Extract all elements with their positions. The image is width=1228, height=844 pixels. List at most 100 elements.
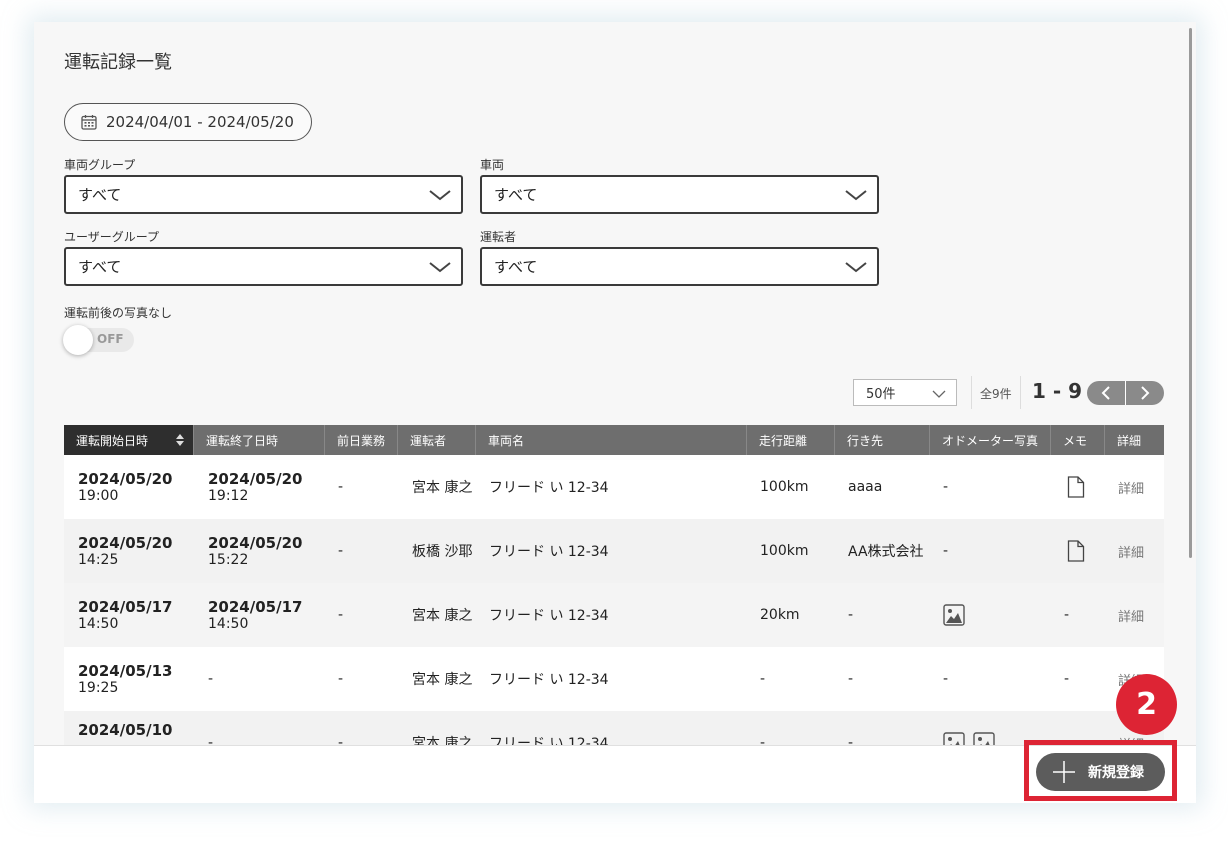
destination-cell: -: [848, 607, 854, 623]
chevron-down-icon: [845, 262, 867, 273]
page-range: 1 - 9: [1032, 379, 1083, 403]
page-title: 運転記録一覧: [64, 52, 172, 73]
no-photo-label: 運転前後の写真なし: [64, 306, 173, 320]
odometer-cell: -: [943, 543, 949, 559]
distance-cell: 100km: [760, 479, 809, 495]
end-datetime-cell: 2024/05/17 14:50: [208, 598, 303, 632]
driver-cell: 宮本 康之: [412, 736, 473, 745]
column-start-datetime[interactable]: 運転開始日時: [64, 425, 194, 455]
detail-link[interactable]: 詳細: [1118, 519, 1144, 583]
memo-cell: -: [1064, 671, 1070, 687]
table-row[interactable]: 2024/05/20 19:00 2024/05/20 19:12 - 宮本 康之 …: [64, 455, 1164, 519]
photo-icon[interactable]: [943, 604, 965, 626]
photo-icon[interactable]: [973, 732, 995, 745]
vehicle-group-label: 車両グループ: [64, 158, 136, 172]
detail-link[interactable]: 詳細: [1118, 455, 1144, 519]
memo-cell: -: [1064, 607, 1070, 623]
vehicle-cell: フリード い 12-34: [489, 736, 609, 745]
next-page-button[interactable]: [1125, 381, 1164, 405]
vertical-scrollbar[interactable]: [1189, 28, 1192, 558]
photo-icon[interactable]: [943, 732, 965, 745]
prev-duty-cell: -: [338, 543, 344, 559]
sort-icon: [176, 434, 184, 446]
date-range-text: 2024/04/01 - 2024/05/20: [106, 113, 294, 131]
column-detail[interactable]: 詳細: [1105, 425, 1164, 455]
toggle-knob: [63, 325, 93, 355]
vehicle-cell: フリード い 12-34: [489, 672, 609, 688]
destination-cell: aaaa: [848, 479, 883, 495]
prev-page-button[interactable]: [1087, 381, 1125, 405]
records-table: 運転開始日時 運転終了日時 前日業務 運転者 車両名 走行距離 行き先 オドメー…: [64, 425, 1164, 745]
driver-cell: 宮本 康之: [412, 672, 473, 688]
divider: [1020, 376, 1021, 409]
column-memo[interactable]: メモ: [1051, 425, 1105, 455]
vehicle-group-select[interactable]: すべて: [64, 175, 463, 214]
driver-select[interactable]: すべて: [480, 247, 879, 286]
chevron-left-icon: [1101, 386, 1110, 400]
destination-cell: AA株式会社: [848, 544, 924, 560]
table-header: 運転開始日時 運転終了日時 前日業務 運転者 車両名 走行距離 行き先 オドメー…: [64, 425, 1164, 455]
user-group-label: ユーザーグループ: [64, 230, 160, 244]
calendar-icon: [81, 115, 97, 130]
driver-cell: 宮本 康之: [412, 608, 473, 624]
column-driver[interactable]: 運転者: [398, 425, 476, 455]
detail-link[interactable]: 詳細: [1118, 583, 1144, 647]
chevron-down-icon: [429, 262, 451, 273]
user-group-select[interactable]: すべて: [64, 247, 463, 286]
total-count: 全9件: [980, 387, 1012, 401]
document-icon[interactable]: [1067, 476, 1085, 498]
chevron-down-icon: [429, 190, 451, 201]
start-datetime-cell: 2024/05/17 14:50: [78, 598, 173, 632]
distance-cell: -: [760, 735, 766, 745]
step-badge: 2: [1116, 674, 1177, 735]
date-range-button[interactable]: 2024/04/01 - 2024/05/20: [64, 103, 312, 141]
column-prev-duty[interactable]: 前日業務: [325, 425, 398, 455]
odometer-cell: -: [943, 479, 949, 495]
vehicle-cell: フリード い 12-34: [489, 544, 609, 560]
destination-cell: -: [848, 735, 854, 745]
table-row[interactable]: 2024/05/17 14:50 2024/05/17 14:50 - 宮本 康之 …: [64, 583, 1164, 647]
table-row[interactable]: 2024/05/10 - - 宮本 康之 フリード い 12-34 - - 詳細: [64, 711, 1164, 745]
document-icon[interactable]: [1067, 540, 1085, 562]
driver-label: 運転者: [480, 230, 517, 244]
footer-bar: [34, 745, 1196, 803]
distance-cell: 100km: [760, 543, 809, 559]
table-row[interactable]: 2024/05/20 14:25 2024/05/20 15:22 - 板橋 沙耶 …: [64, 519, 1164, 583]
prev-duty-cell: -: [338, 671, 344, 687]
distance-cell: 20km: [760, 607, 800, 623]
end-datetime-cell: -: [208, 735, 214, 745]
odometer-cell: -: [943, 671, 949, 687]
prev-duty-cell: -: [338, 479, 344, 495]
vehicle-cell: フリード い 12-34: [489, 480, 609, 496]
end-datetime-cell: 2024/05/20 19:12: [208, 470, 303, 504]
vehicle-value: すべて: [494, 186, 538, 204]
per-page-value: 50件: [866, 387, 896, 402]
column-vehicle[interactable]: 車両名: [476, 425, 747, 455]
chevron-down-icon: [932, 390, 946, 398]
memo-cell: [1067, 519, 1085, 583]
pager: [1087, 381, 1164, 405]
highlight-box: [1024, 740, 1177, 801]
column-distance[interactable]: 走行距離: [747, 425, 835, 455]
per-page-select[interactable]: 50件: [853, 379, 957, 406]
vehicle-select[interactable]: すべて: [480, 175, 879, 214]
odometer-cell: [943, 583, 965, 647]
column-odometer-photo[interactable]: オドメーター写真: [930, 425, 1051, 455]
chevron-down-icon: [845, 190, 867, 201]
start-datetime-cell: 2024/05/20 19:00: [78, 470, 173, 504]
start-datetime-cell: 2024/05/13 19:25: [78, 662, 173, 696]
driver-value: すべて: [494, 258, 538, 276]
no-photo-toggle[interactable]: OFF: [63, 325, 134, 355]
start-datetime-cell: 2024/05/10: [78, 721, 173, 739]
memo-cell: [1067, 455, 1085, 519]
prev-duty-cell: -: [338, 607, 344, 623]
end-datetime-cell: -: [208, 671, 214, 687]
toggle-state: OFF: [97, 332, 124, 346]
destination-cell: -: [848, 671, 854, 687]
vehicle-cell: フリード い 12-34: [489, 608, 609, 624]
chevron-right-icon: [1141, 386, 1150, 400]
column-destination[interactable]: 行き先: [835, 425, 930, 455]
vehicle-group-value: すべて: [78, 186, 122, 204]
table-row[interactable]: 2024/05/13 19:25 - - 宮本 康之 フリード い 12-34 -…: [64, 647, 1164, 711]
column-end-datetime[interactable]: 運転終了日時: [194, 425, 325, 455]
